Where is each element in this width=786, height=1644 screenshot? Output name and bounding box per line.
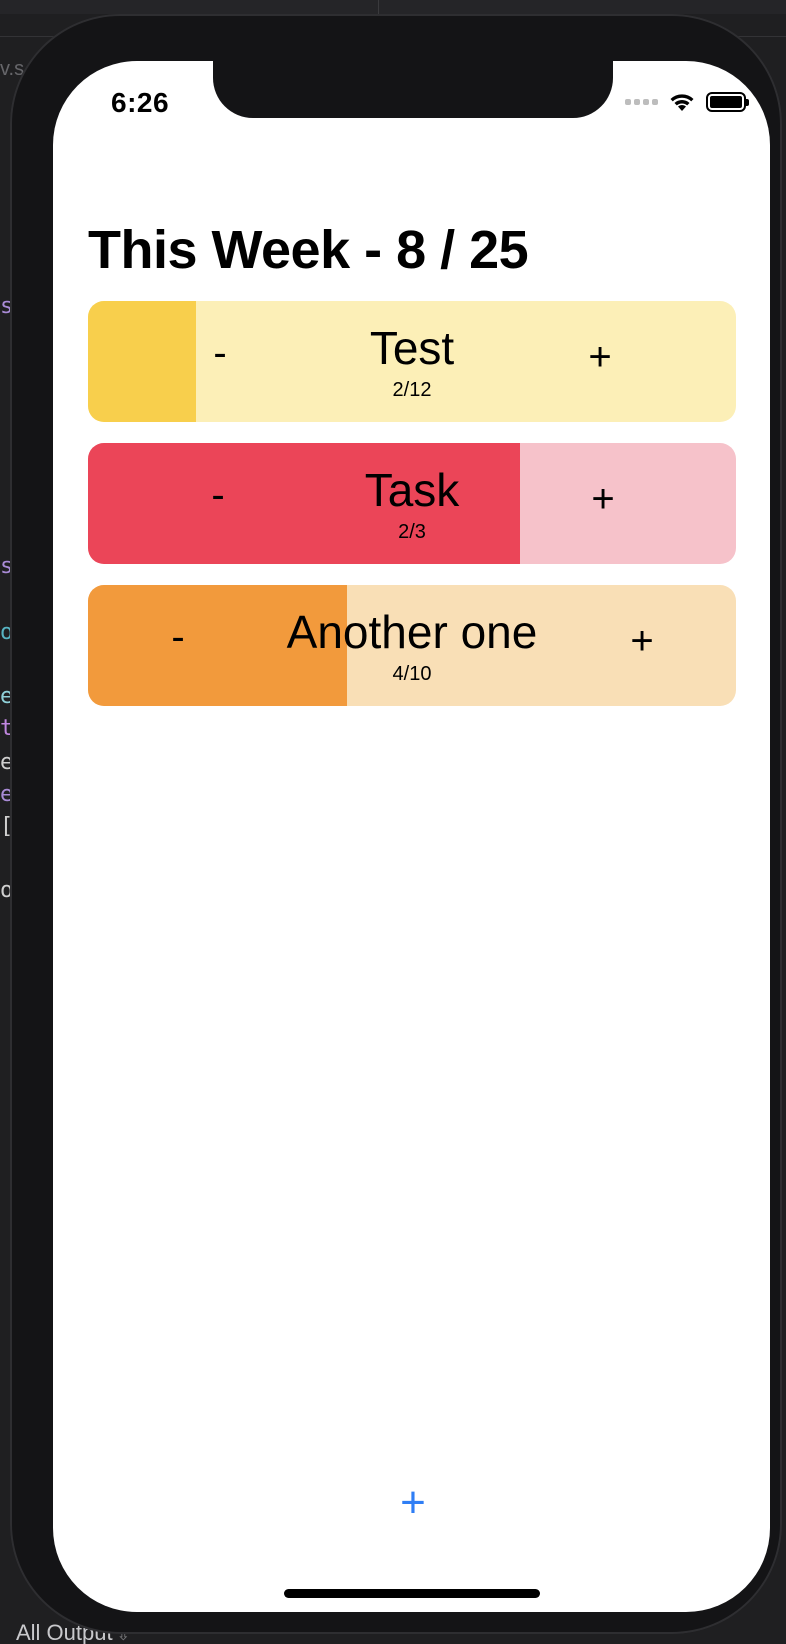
phone-frame: 6:26 This Week - 8 / 25 - Test 2/12 + - …: [10, 14, 782, 1634]
status-time: 6:26: [111, 87, 170, 118]
home-indicator[interactable]: [284, 1589, 540, 1598]
phone-screen: 6:26 This Week - 8 / 25 - Test 2/12 + - …: [53, 61, 770, 1612]
increment-button[interactable]: +: [622, 619, 662, 664]
add-task-button[interactable]: +: [393, 1481, 433, 1525]
task-card[interactable]: - Task 2/3 +: [88, 443, 736, 564]
task-card[interactable]: - Another one 4/10 +: [88, 585, 736, 706]
signal-icon: [625, 99, 658, 105]
page-title: This Week - 8 / 25: [88, 220, 529, 280]
task-name: Task: [364, 464, 460, 516]
increment-button[interactable]: +: [580, 335, 620, 380]
editor-topbar: [0, 0, 786, 14]
task-count: 2/12: [392, 379, 432, 401]
simulator-window: v.s s s o e t e e [ o All Output⇳ 6:26: [0, 0, 786, 1644]
task-count: 2/3: [398, 521, 426, 543]
wifi-icon: [670, 94, 694, 111]
editor-topbar-divider: [378, 0, 379, 14]
battery-icon: [706, 92, 749, 112]
notch: [213, 61, 613, 118]
task-card[interactable]: - Test 2/12 +: [88, 301, 736, 422]
increment-button[interactable]: +: [583, 477, 623, 522]
task-count: 4/10: [392, 663, 432, 685]
task-name: Test: [369, 322, 455, 374]
status-icons: [625, 91, 749, 113]
